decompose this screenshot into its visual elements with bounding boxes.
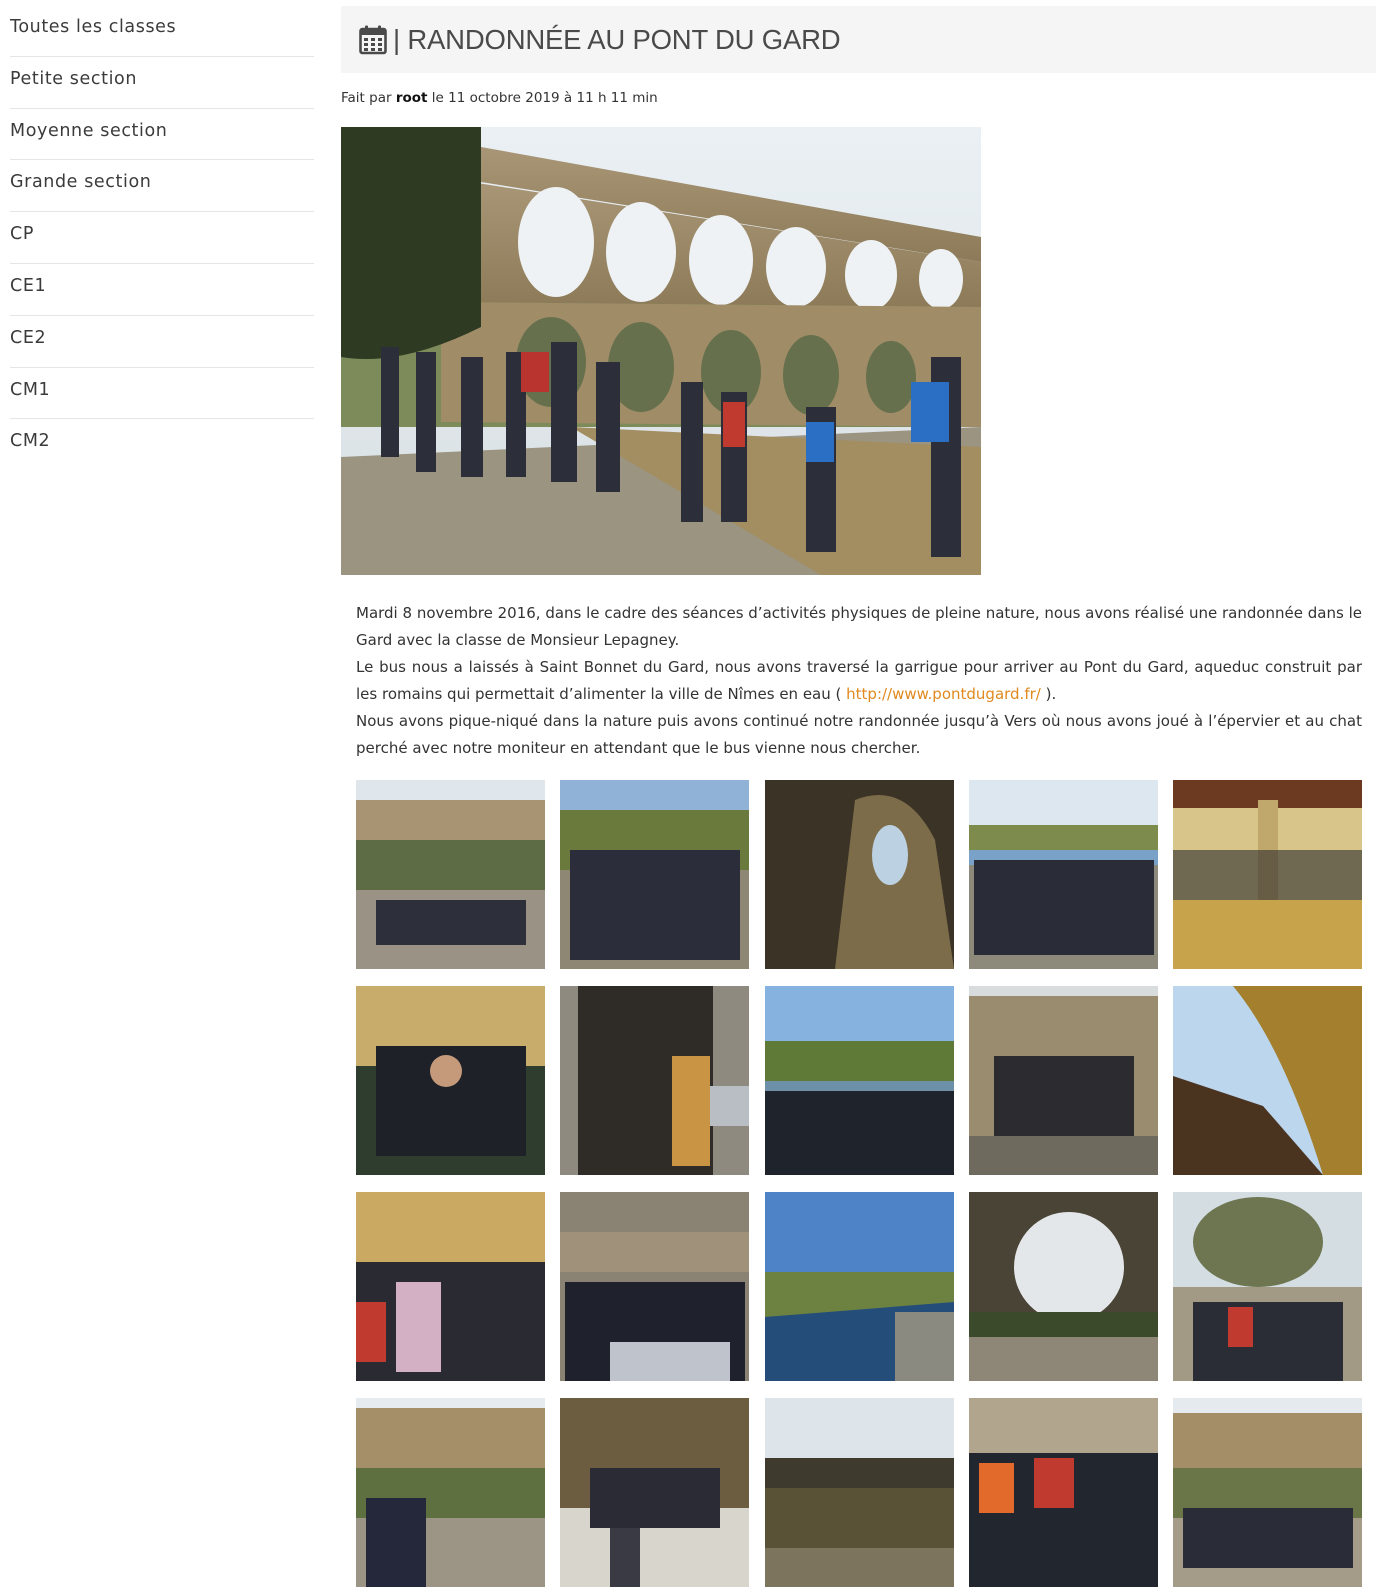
sidebar-item-cm2[interactable]: CM2 xyxy=(10,419,314,471)
gallery-photo[interactable] xyxy=(560,986,750,1175)
sidebar-item-moyenne-section[interactable]: Moyenne section xyxy=(10,109,314,161)
gallery-photo[interactable] xyxy=(1173,1192,1362,1381)
sidebar-item-grande-section[interactable]: Grande section xyxy=(10,160,314,213)
meta-date: le 11 octobre 2019 à 11 h 11 min xyxy=(427,90,658,106)
hero-photo[interactable] xyxy=(341,127,981,575)
post-header: | RANDONNÉE AU PONT DU GARD xyxy=(341,6,1376,73)
meta-author[interactable]: root xyxy=(396,90,428,106)
gallery-photo[interactable] xyxy=(356,1398,545,1587)
class-sidebar: Toutes les classes Petite section Moyenn… xyxy=(10,5,314,471)
calendar-icon xyxy=(359,25,387,54)
sidebar-item-cp[interactable]: CP xyxy=(10,212,314,264)
gallery-photo[interactable] xyxy=(1173,986,1362,1175)
photo-gallery xyxy=(356,780,1362,1587)
sidebar-item-ce2[interactable]: CE2 xyxy=(10,316,314,368)
pontdugard-link[interactable]: http://www.pontdugard.fr/ xyxy=(846,685,1041,703)
gallery-photo[interactable] xyxy=(356,780,545,969)
gallery-photo[interactable] xyxy=(356,1192,545,1381)
paragraph-2-end: ). xyxy=(1040,685,1057,703)
gallery-photo[interactable] xyxy=(764,780,954,969)
gallery-photo[interactable] xyxy=(560,1192,750,1381)
gallery-photo[interactable] xyxy=(764,986,954,1175)
sidebar-item-ce1[interactable]: CE1 xyxy=(10,264,314,316)
gallery-photo[interactable] xyxy=(1173,780,1362,969)
gallery-photo[interactable] xyxy=(968,986,1158,1175)
paragraph-2: Le bus nous a laissés à Saint Bonnet du … xyxy=(356,654,1362,708)
paragraph-3: Nous avons pique-niqué dans la nature pu… xyxy=(356,712,1362,757)
gallery-photo[interactable] xyxy=(968,1192,1158,1381)
gallery-photo[interactable] xyxy=(1173,1398,1362,1587)
page-title: | RANDONNÉE AU PONT DU GARD xyxy=(393,23,841,55)
sidebar-item-toutes-les-classes[interactable]: Toutes les classes xyxy=(10,5,314,57)
sidebar-item-cm1[interactable]: CM1 xyxy=(10,368,314,420)
gallery-photo[interactable] xyxy=(968,1398,1158,1587)
paragraph-1: Mardi 8 novembre 2016, dans le cadre des… xyxy=(356,604,1362,649)
sidebar-item-petite-section[interactable]: Petite section xyxy=(10,57,314,109)
gallery-photo[interactable] xyxy=(560,1398,750,1587)
gallery-photo[interactable] xyxy=(560,780,750,969)
gallery-photo[interactable] xyxy=(764,1192,954,1381)
gallery-photo[interactable] xyxy=(356,986,545,1175)
post-meta: Fait par root le 11 octobre 2019 à 11 h … xyxy=(341,90,658,106)
gallery-photo[interactable] xyxy=(968,780,1158,969)
gallery-photo[interactable] xyxy=(764,1398,954,1587)
meta-prefix: Fait par xyxy=(341,90,396,106)
post-body: Mardi 8 novembre 2016, dans le cadre des… xyxy=(356,600,1362,762)
